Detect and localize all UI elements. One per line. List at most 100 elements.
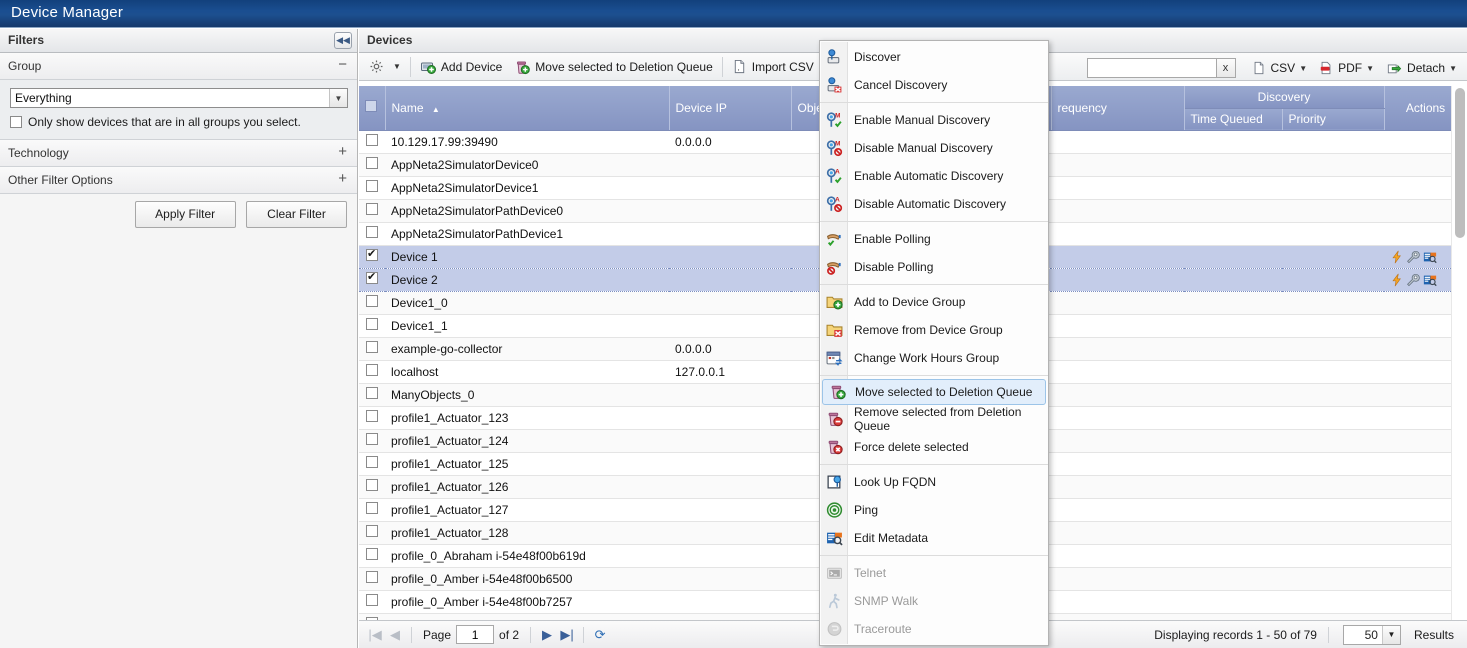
import-csv-button[interactable]: , Import CSV	[726, 54, 820, 80]
row-checkbox[interactable]	[366, 203, 378, 215]
row-select-cell[interactable]	[359, 130, 385, 154]
context-menu-item-force-delete-selected[interactable]: Force delete selected	[820, 433, 1048, 461]
context-menu-item-cancel-discovery[interactable]: Cancel Discovery	[820, 71, 1048, 99]
search-input[interactable]	[1087, 59, 1216, 77]
row-select-cell[interactable]	[359, 267, 385, 292]
row-select-cell[interactable]	[359, 244, 385, 269]
row-checkbox[interactable]	[366, 180, 378, 192]
row-checkbox[interactable]	[366, 295, 378, 307]
context-menu-item-change-work-hours-group[interactable]: Change Work Hours Group	[820, 344, 1048, 372]
context-menu-item-enable-automatic-discovery[interactable]: A Enable Automatic Discovery	[820, 162, 1048, 190]
select-all-header[interactable]	[359, 86, 386, 131]
settings-menu-button[interactable]: ▼	[359, 54, 407, 80]
row-select-cell[interactable]	[359, 314, 385, 338]
row-select-cell[interactable]	[359, 291, 385, 315]
row-select-cell[interactable]	[359, 406, 385, 430]
row-checkbox[interactable]	[366, 157, 378, 169]
row-select-cell[interactable]	[359, 337, 385, 361]
row-select-cell[interactable]	[359, 498, 385, 522]
clear-search-button[interactable]: x	[1216, 58, 1236, 78]
group-select[interactable]: Everything ▼	[10, 88, 348, 108]
context-menu-item-discover[interactable]: Discover	[820, 43, 1048, 71]
scrollbar-thumb[interactable]	[1455, 88, 1465, 238]
clear-filter-button[interactable]: Clear Filter	[246, 201, 347, 228]
context-menu-item-look-up-fqdn[interactable]: Look Up FQDN	[820, 468, 1048, 496]
context-menu-item-disable-automatic-discovery[interactable]: A Disable Automatic Discovery	[820, 190, 1048, 218]
wrench-icon[interactable]	[1406, 273, 1420, 287]
last-page-icon[interactable]: ▶|	[557, 627, 577, 643]
row-select-cell[interactable]	[359, 383, 385, 407]
row-select-cell[interactable]	[359, 176, 385, 200]
csv-export-button[interactable]: CSV ▼	[1246, 55, 1314, 81]
row-checkbox[interactable]	[366, 364, 378, 376]
move-to-deletion-queue-button[interactable]: Move selected to Deletion Queue	[508, 54, 718, 80]
only-all-groups-checkbox[interactable]	[10, 116, 22, 128]
edit-metadata-icon[interactable]	[1422, 273, 1438, 287]
page-input[interactable]	[456, 625, 495, 644]
row-checkbox[interactable]	[366, 318, 378, 330]
lightning-icon[interactable]	[1390, 273, 1404, 287]
context-menu-item-edit-metadata[interactable]: Edit Metadata	[820, 524, 1048, 552]
context-menu-item-disable-manual-discovery[interactable]: M Disable Manual Discovery	[820, 134, 1048, 162]
row-select-cell[interactable]	[359, 199, 385, 223]
plus-icon[interactable]: +	[338, 170, 347, 187]
row-select-cell[interactable]	[359, 590, 385, 614]
collapse-left-icon[interactable]: ◀◀	[334, 32, 352, 49]
row-checkbox[interactable]	[366, 525, 378, 537]
row-select-cell[interactable]	[359, 360, 385, 384]
column-header-frequency[interactable]: requency	[1051, 86, 1185, 131]
pdf-export-button[interactable]: PDF ▼	[1313, 55, 1380, 81]
context-menu-item-disable-polling[interactable]: Disable Polling	[820, 253, 1048, 281]
row-select-cell[interactable]	[359, 452, 385, 476]
context-menu-item-remove-selected-from-deletion-queue[interactable]: Remove selected from Deletion Queue	[820, 405, 1048, 433]
row-checkbox[interactable]	[366, 594, 378, 606]
only-all-groups-row[interactable]: Only show devices that are in all groups…	[10, 115, 347, 129]
rows-per-page-select[interactable]: 50 ▼	[1342, 624, 1401, 645]
next-page-icon[interactable]: ▶	[537, 627, 557, 643]
row-checkbox[interactable]	[366, 270, 378, 284]
row-checkbox[interactable]	[366, 341, 378, 353]
row-select-cell[interactable]	[359, 567, 385, 591]
prev-page-icon[interactable]: ◀	[385, 627, 405, 643]
device-actions-context-menu[interactable]: Discover Cancel Discovery M Enable Manual D…	[819, 40, 1049, 646]
context-menu-item-ping[interactable]: Ping	[820, 496, 1048, 524]
filter-section-technology[interactable]: Technology +	[0, 140, 357, 167]
row-select-cell[interactable]	[359, 222, 385, 246]
row-select-cell[interactable]	[359, 475, 385, 499]
context-menu-item-add-to-device-group[interactable]: Add to Device Group	[820, 288, 1048, 316]
row-checkbox[interactable]	[366, 433, 378, 445]
row-checkbox[interactable]	[366, 410, 378, 422]
filter-section-other[interactable]: Other Filter Options +	[0, 167, 357, 194]
context-menu-item-move-selected-to-deletion-queue[interactable]: Move selected to Deletion Queue	[822, 379, 1046, 405]
row-checkbox[interactable]	[366, 134, 378, 146]
select-all-checkbox[interactable]	[365, 100, 377, 113]
minus-icon[interactable]: −	[338, 56, 347, 73]
row-checkbox[interactable]	[366, 226, 378, 238]
column-header-time-queued[interactable]: Time Queued	[1184, 108, 1283, 131]
plus-icon[interactable]: +	[338, 143, 347, 160]
row-select-cell[interactable]	[359, 521, 385, 545]
refresh-icon[interactable]: ⟳	[590, 627, 610, 643]
row-checkbox[interactable]	[366, 502, 378, 514]
detach-button[interactable]: Detach ▼	[1380, 55, 1463, 81]
row-checkbox[interactable]	[366, 571, 378, 583]
row-checkbox[interactable]	[366, 387, 378, 399]
row-checkbox[interactable]	[366, 456, 378, 468]
filter-section-group[interactable]: Group −	[0, 53, 357, 80]
context-menu-item-enable-polling[interactable]: Enable Polling	[820, 225, 1048, 253]
row-select-cell[interactable]	[359, 429, 385, 453]
context-menu-item-enable-manual-discovery[interactable]: M Enable Manual Discovery	[820, 106, 1048, 134]
chevron-down-icon[interactable]: ▼	[1381, 625, 1400, 644]
column-header-name[interactable]: Name ▲	[385, 86, 670, 131]
row-checkbox[interactable]	[366, 247, 378, 261]
wrench-icon[interactable]	[1406, 250, 1420, 264]
first-page-icon[interactable]: |◀	[365, 627, 385, 643]
column-header-priority[interactable]: Priority	[1282, 108, 1385, 131]
chevron-down-icon[interactable]: ▼	[329, 89, 347, 107]
lightning-icon[interactable]	[1390, 250, 1404, 264]
search-input-wrapper[interactable]	[1086, 58, 1217, 78]
row-checkbox[interactable]	[366, 548, 378, 560]
column-header-device-ip[interactable]: Device IP	[669, 86, 792, 131]
edit-metadata-icon[interactable]	[1422, 250, 1438, 264]
add-device-button[interactable]: Add Device	[414, 54, 508, 80]
